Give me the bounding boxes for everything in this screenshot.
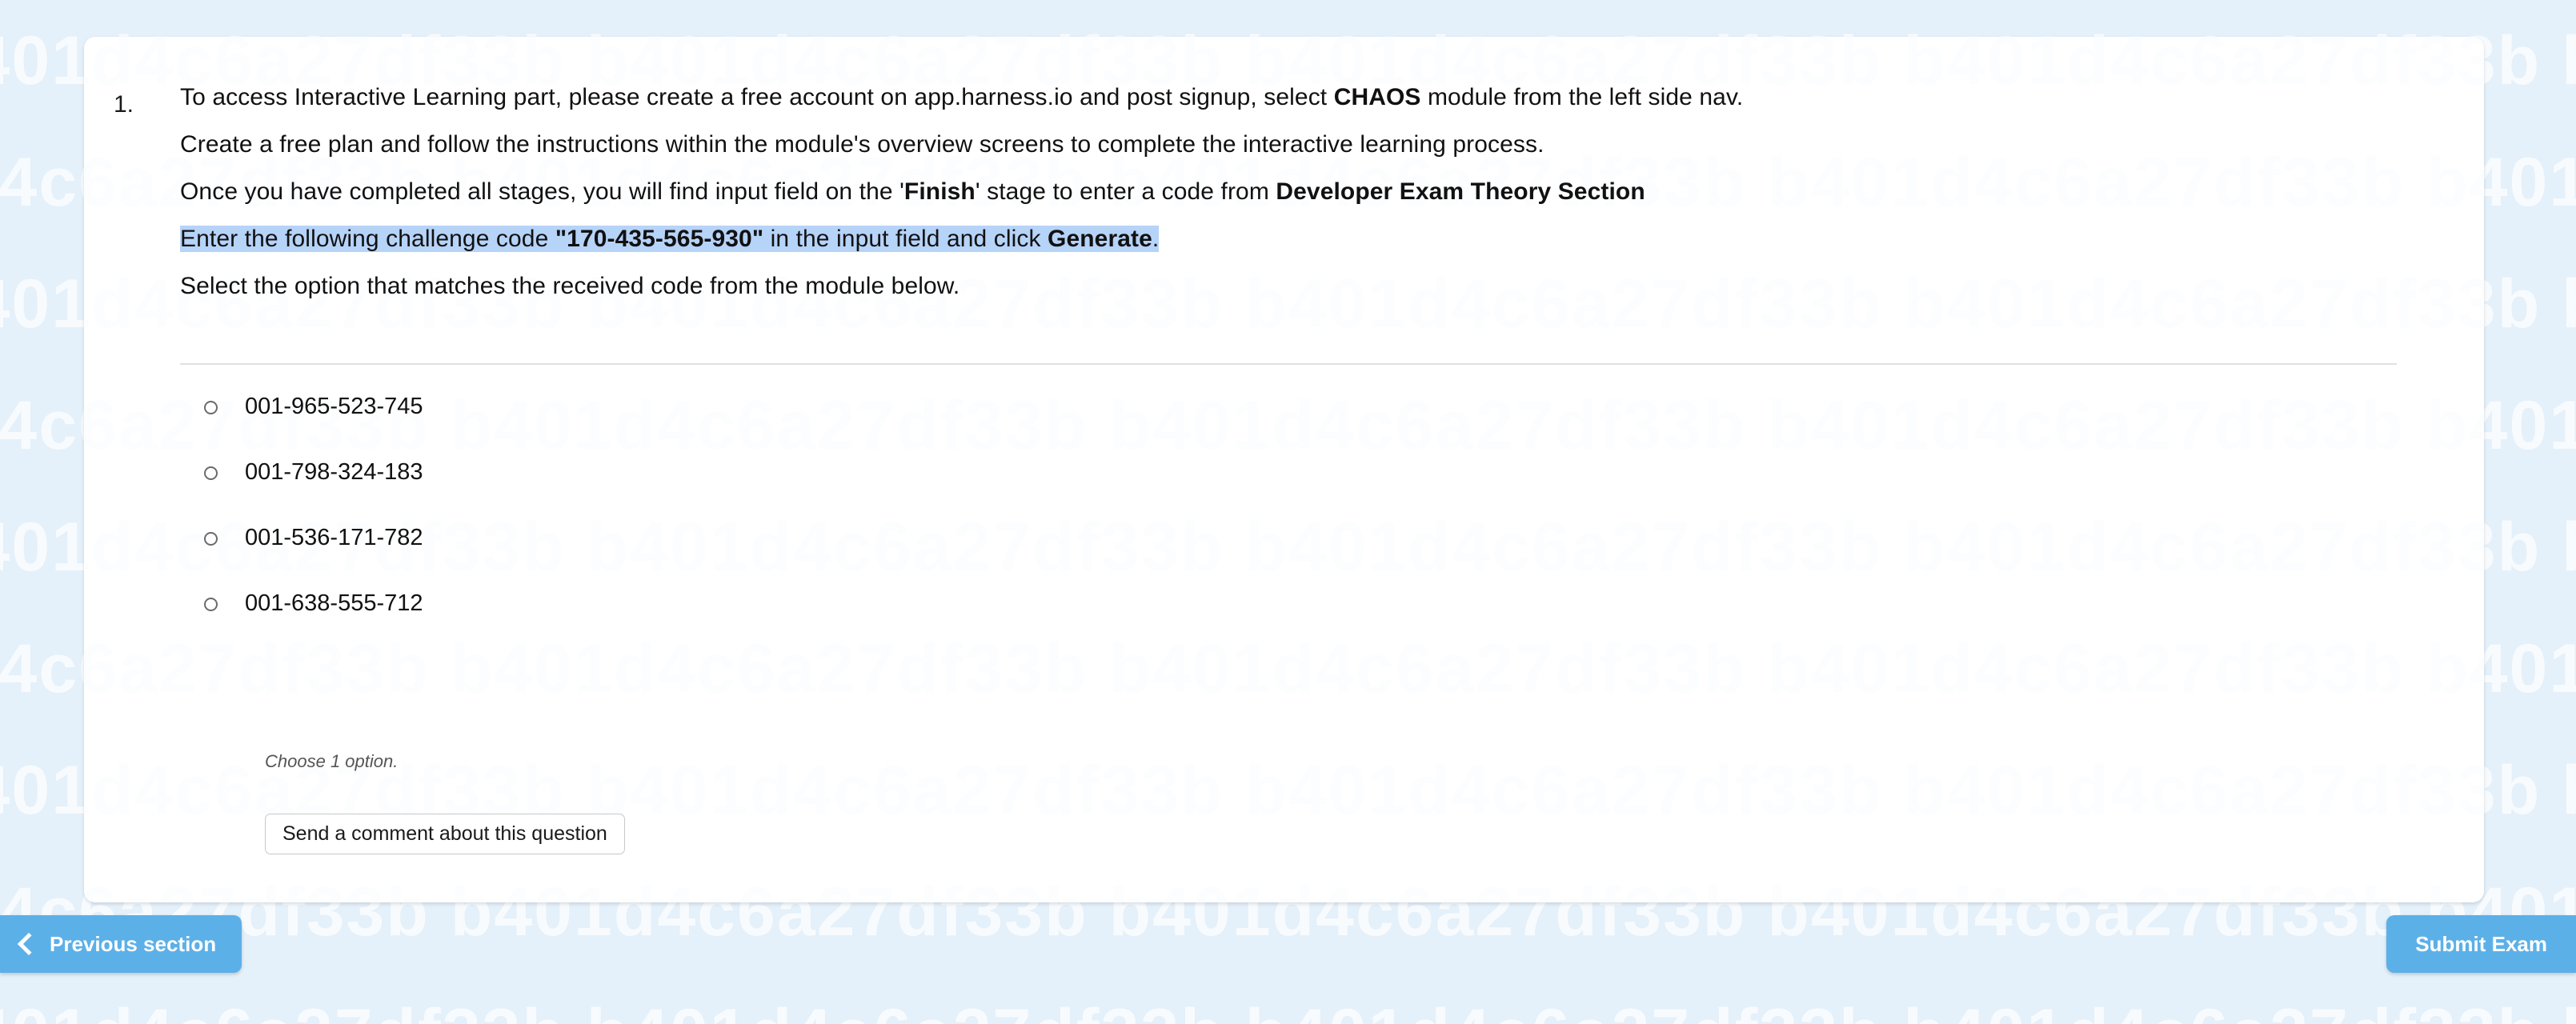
watermark-text: b401d4c6a27df33b b401d4c6a27df33b b401d4…: [84, 630, 2484, 707]
submit-exam-button[interactable]: Submit Exam: [2386, 915, 2576, 973]
watermark-text: b401d4c6a27df33b b401d4c6a27df33b b401d4…: [84, 509, 2484, 586]
send-comment-button[interactable]: Send a comment about this question: [265, 814, 625, 854]
emphasis-text: Developer Exam Theory Section: [1276, 178, 1645, 205]
radio-button-icon[interactable]: [204, 597, 218, 611]
answer-option-label: 001-798-324-183: [245, 458, 423, 485]
emphasis-text: Generate: [1048, 226, 1152, 252]
paragraph-text: in the input field and click: [763, 226, 1048, 252]
answer-option[interactable]: 001-965-523-745: [204, 391, 423, 423]
answer-option[interactable]: 001-638-555-712: [204, 588, 423, 620]
paragraph-text: Select the option that matches the recei…: [180, 273, 960, 299]
answer-option[interactable]: 001-536-171-782: [204, 522, 423, 554]
answer-option-label: 001-965-523-745: [245, 393, 423, 419]
answer-options: 001-965-523-745 001-798-324-183 001-536-17…: [204, 391, 423, 654]
radio-button-icon[interactable]: [204, 531, 218, 546]
question-body: To access Interactive Learning part, ple…: [180, 82, 2397, 302]
previous-section-button[interactable]: Previous section: [0, 915, 242, 973]
question-card: b401d4c6a27df33b b401d4c6a27df33b b401d4…: [84, 37, 2484, 902]
question-paragraph: Select the option that matches the recei…: [180, 270, 2397, 302]
question-paragraph: To access Interactive Learning part, ple…: [180, 82, 2397, 113]
emphasis-text: Finish: [903, 178, 976, 205]
paragraph-text: To access Interactive Learning part, ple…: [180, 84, 1334, 110]
chevron-left-icon: [17, 932, 41, 956]
question-paragraph: Create a free plan and follow the instru…: [180, 129, 2397, 160]
radio-button-icon[interactable]: [204, 400, 218, 414]
answer-option[interactable]: 001-798-324-183: [204, 457, 423, 489]
answer-option-label: 001-536-171-782: [245, 524, 423, 550]
watermark-text: b401d4c6a27df33b b401d4c6a27df33b b401d4…: [0, 973, 2576, 1024]
emphasis-text: "170-435-565-930": [555, 226, 764, 252]
paragraph-text: Create a free plan and follow the instru…: [180, 131, 1544, 158]
paragraph-text: .: [1152, 226, 1160, 252]
radio-button-icon[interactable]: [204, 466, 218, 480]
paragraph-text: module from the left side nav.: [1420, 84, 1744, 110]
question-paragraph: Once you have completed all stages, you …: [180, 176, 2397, 207]
watermark-text: b401d4c6a27df33b b401d4c6a27df33b b401d4…: [84, 387, 2484, 464]
paragraph-text: ' stage to enter a code from: [975, 178, 1276, 205]
previous-section-label: Previous section: [50, 931, 217, 956]
watermark-text: b401d4c6a27df33b b401d4c6a27df33b b401d4…: [84, 851, 2484, 902]
question-number: 1.: [114, 91, 134, 118]
emphasis-text: CHAOS: [1333, 84, 1421, 110]
question-paragraph: Enter the following challenge code "170-…: [180, 223, 2397, 254]
choose-option-note: Choose 1 option.: [265, 751, 399, 771]
section-divider: [180, 363, 2397, 365]
paragraph-text: Once you have completed all stages, you …: [180, 178, 904, 205]
answer-option-label: 001-638-555-712: [245, 590, 423, 616]
paragraph-text: Enter the following challenge code: [180, 226, 555, 252]
